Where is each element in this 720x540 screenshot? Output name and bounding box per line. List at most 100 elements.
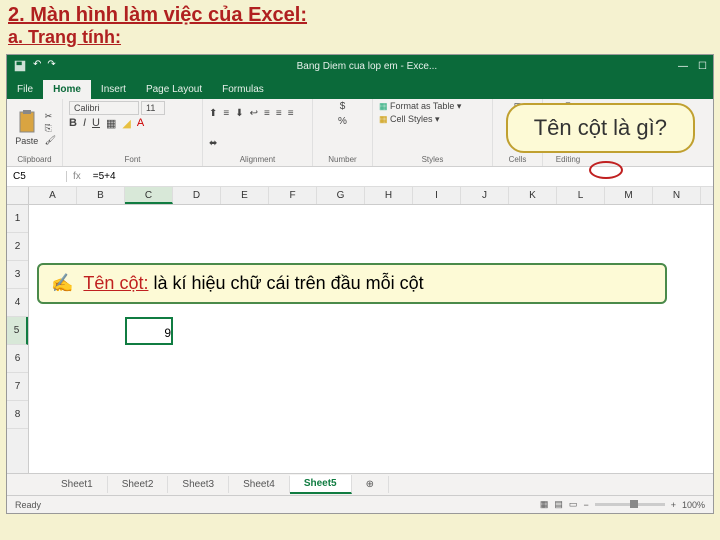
excel-window: ↶ ↷ Bang Diem cua lop em - Exce... — ☐ F… <box>6 54 714 514</box>
paste-button[interactable]: Paste <box>13 107 41 149</box>
wrap-text-icon[interactable]: ↩ <box>250 108 258 119</box>
answer-text: là kí hiệu chữ cái trên đầu mỗi cột <box>148 273 423 293</box>
question-callout: Tên cột là gì? <box>506 103 695 153</box>
select-all-button[interactable] <box>7 187 28 205</box>
sheet-tab-4[interactable]: Sheet4 <box>229 476 290 493</box>
border-icon[interactable]: ▦ <box>106 117 116 130</box>
col-header-g[interactable]: G <box>317 187 365 204</box>
titlebar: ↶ ↷ Bang Diem cua lop em - Exce... — ☐ <box>7 55 713 77</box>
column-headers: A B C D E F G H I J K L M N <box>29 187 713 205</box>
group-clipboard: Clipboard <box>13 155 56 164</box>
slide-subtitle: a. Trang tính: <box>8 27 712 48</box>
col-header-f[interactable]: F <box>269 187 317 204</box>
col-header-c[interactable]: C <box>125 187 173 204</box>
answer-term: Tên cột: <box>83 273 148 293</box>
row-header-7[interactable]: 7 <box>7 373 28 401</box>
col-header-b[interactable]: B <box>77 187 125 204</box>
col-header-n[interactable]: N <box>653 187 701 204</box>
copy-icon[interactable]: ⎘ <box>45 123 56 134</box>
cut-icon[interactable]: ✂ <box>45 111 56 122</box>
zoom-in-button[interactable]: + <box>671 500 676 510</box>
col-header-l[interactable]: L <box>557 187 605 204</box>
zoom-out-button[interactable]: − <box>583 500 588 510</box>
fill-color-icon[interactable]: ◢ <box>122 117 130 130</box>
group-alignment: Alignment <box>209 155 306 164</box>
hand-write-icon: ✍ <box>51 273 73 294</box>
ribbon-tabs: File Home Insert Page Layout Formulas <box>7 77 713 99</box>
sheet-tab-5[interactable]: Sheet5 <box>290 475 352 494</box>
answer-callout: ✍ Tên cột: là kí hiệu chữ cái trên đầu m… <box>37 263 667 304</box>
group-font: Font <box>69 155 196 164</box>
row-header-6[interactable]: 6 <box>7 345 28 373</box>
sheet-tabs: Sheet1 Sheet2 Sheet3 Sheet4 Sheet5 ⊕ <box>7 473 713 495</box>
tab-page-layout[interactable]: Page Layout <box>136 80 212 99</box>
font-color-icon[interactable]: A <box>137 117 144 130</box>
font-name-select[interactable]: Calibri <box>69 101 139 115</box>
minimize-icon[interactable]: — <box>678 61 688 72</box>
col-header-i[interactable]: I <box>413 187 461 204</box>
sheet-tab-1[interactable]: Sheet1 <box>47 476 108 493</box>
align-middle-icon[interactable]: ≡ <box>223 108 229 119</box>
tab-insert[interactable]: Insert <box>91 80 136 99</box>
new-sheet-button[interactable]: ⊕ <box>352 476 389 493</box>
col-header-j[interactable]: J <box>461 187 509 204</box>
zoom-level[interactable]: 100% <box>682 500 705 510</box>
row-headers: 1 2 3 4 5 6 7 8 <box>7 187 29 477</box>
maximize-icon[interactable]: ☐ <box>698 61 707 72</box>
document-title: Bang Diem cua lop em - Exce... <box>56 61 678 72</box>
group-number: Number <box>319 155 366 164</box>
format-as-table-button[interactable]: ▦ Format as Table ▾ <box>379 101 461 112</box>
col-header-m[interactable]: M <box>605 187 653 204</box>
view-layout-icon[interactable]: ▤ <box>554 499 563 510</box>
col-header-a[interactable]: A <box>29 187 77 204</box>
zoom-slider[interactable] <box>595 503 665 506</box>
merge-icon[interactable]: ⬌ <box>209 138 217 149</box>
sheet-tab-3[interactable]: Sheet3 <box>168 476 229 493</box>
col-header-d[interactable]: D <box>173 187 221 204</box>
underline-button[interactable]: U <box>92 117 100 130</box>
percent-icon[interactable]: % <box>338 116 347 127</box>
sheet-area: 1 2 3 4 5 6 7 8 A B C D E F G H I J K L <box>7 187 713 477</box>
group-cells: Cells <box>499 155 536 164</box>
group-editing: Editing <box>549 155 587 164</box>
group-styles: Styles <box>379 155 486 164</box>
name-box[interactable]: C5 <box>7 171 67 182</box>
row-header-2[interactable]: 2 <box>7 233 28 261</box>
bold-button[interactable]: B <box>69 117 77 130</box>
view-normal-icon[interactable]: ▦ <box>540 499 549 510</box>
undo-icon[interactable]: ↶ <box>33 59 41 73</box>
fx-icon[interactable]: fx <box>67 171 87 182</box>
row-header-4[interactable]: 4 <box>7 289 28 317</box>
font-size-select[interactable]: 11 <box>141 101 165 115</box>
tab-file[interactable]: File <box>7 80 43 99</box>
currency-icon[interactable]: $ <box>340 101 346 112</box>
sheet-tab-2[interactable]: Sheet2 <box>108 476 169 493</box>
align-top-icon[interactable]: ⬆ <box>209 108 217 119</box>
tab-formulas[interactable]: Formulas <box>212 80 274 99</box>
align-center-icon[interactable]: ≡ <box>276 108 282 119</box>
col-header-k[interactable]: K <box>509 187 557 204</box>
slide-title: 2. Màn hình làm việc của Excel: <box>8 4 712 27</box>
format-painter-icon[interactable]: 🖌 <box>45 135 56 146</box>
row-header-3[interactable]: 3 <box>7 261 28 289</box>
view-break-icon[interactable]: ▭ <box>569 499 578 510</box>
cell-styles-button[interactable]: ▦ Cell Styles ▾ <box>379 114 440 125</box>
row-header-1[interactable]: 1 <box>7 205 28 233</box>
status-bar: Ready ▦ ▤ ▭ − + 100% <box>7 495 713 513</box>
redo-icon[interactable]: ↷ <box>47 59 55 73</box>
row-header-5[interactable]: 5 <box>7 317 28 345</box>
cell-value: 9 <box>127 319 175 347</box>
row-header-8[interactable]: 8 <box>7 401 28 429</box>
align-right-icon[interactable]: ≡ <box>288 108 294 119</box>
active-cell[interactable]: 9 <box>125 317 173 345</box>
col-header-e[interactable]: E <box>221 187 269 204</box>
paste-label: Paste <box>15 136 38 146</box>
align-left-icon[interactable]: ≡ <box>264 108 270 119</box>
col-header-h[interactable]: H <box>365 187 413 204</box>
status-ready: Ready <box>15 500 41 510</box>
save-icon[interactable] <box>13 59 27 73</box>
tab-home[interactable]: Home <box>43 80 91 99</box>
highlight-circle <box>589 161 623 179</box>
italic-button[interactable]: I <box>83 117 86 130</box>
align-bottom-icon[interactable]: ⬇ <box>235 108 243 119</box>
